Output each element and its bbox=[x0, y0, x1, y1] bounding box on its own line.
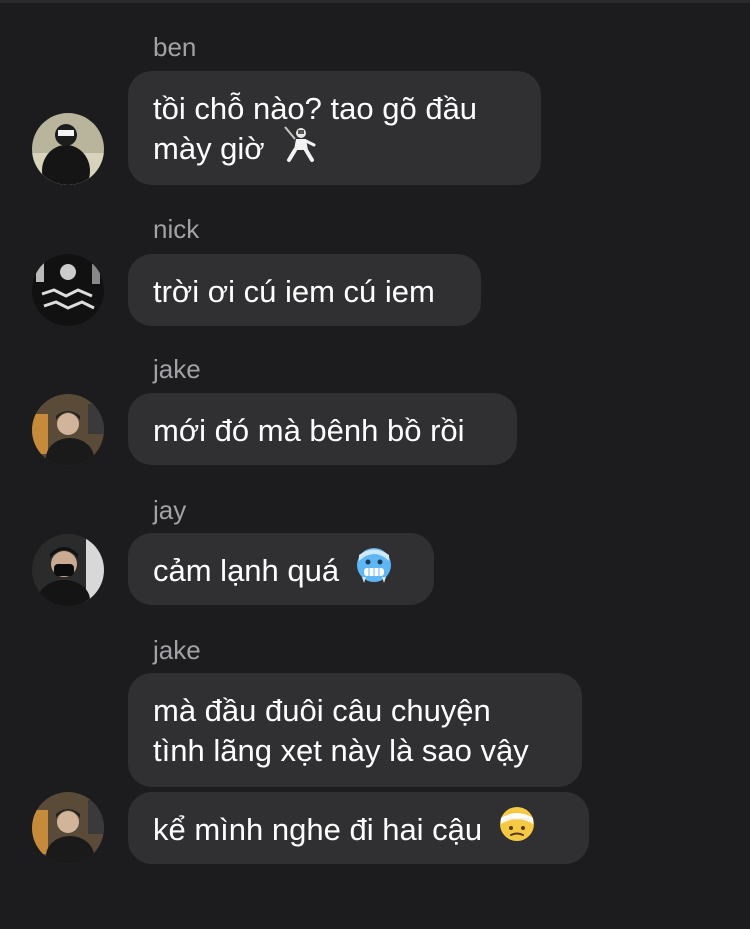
message-text-line: cảm lạnh quá bbox=[153, 553, 340, 589]
avatar[interactable] bbox=[32, 792, 104, 864]
message-bubble[interactable]: mà đầu đuôi câu chuyện tình lãng xẹt này… bbox=[128, 673, 582, 787]
message-bubble[interactable]: kể mình nghe đi hai cậu bbox=[128, 792, 589, 864]
fencer-icon bbox=[279, 123, 319, 173]
message-bubble[interactable]: cảm lạnh quá bbox=[128, 533, 434, 605]
avatar[interactable] bbox=[32, 254, 104, 326]
sender-name: jake bbox=[153, 354, 201, 384]
avatar[interactable] bbox=[32, 394, 104, 466]
message-bubble[interactable]: tồi chỗ nào? tao gõ đầu mày giờ bbox=[128, 71, 541, 185]
avatar[interactable] bbox=[32, 534, 104, 606]
sender-name: nick bbox=[153, 214, 200, 244]
bandaged-face-icon bbox=[497, 804, 537, 854]
sender-name: jay bbox=[153, 495, 187, 525]
message-text-line: kể mình nghe đi hai cậu bbox=[153, 812, 483, 848]
message-text-line: trời ơi cú iem cú iem bbox=[153, 274, 435, 309]
message-text-line: mới đó mà bênh bồ rồi bbox=[153, 413, 465, 448]
message-text-line: mày giờ bbox=[153, 131, 265, 167]
message-text-line: mà đầu đuôi câu chuyện bbox=[153, 693, 491, 728]
sender-name: ben bbox=[153, 32, 197, 62]
cold-face-icon bbox=[354, 545, 394, 595]
message-bubble[interactable]: mới đó mà bênh bồ rồi bbox=[128, 393, 517, 465]
avatar[interactable] bbox=[32, 113, 104, 185]
message-text-line: tình lãng xẹt này là sao vậy bbox=[153, 733, 529, 768]
message-text-line: tồi chỗ nào? tao gõ đầu bbox=[153, 91, 478, 126]
message-bubble[interactable]: trời ơi cú iem cú iem bbox=[128, 254, 481, 326]
sender-name: jake bbox=[153, 635, 201, 665]
chat-thread[interactable]: ben tồi chỗ nào? tao gõ đầu mày giờ nick… bbox=[0, 0, 750, 929]
